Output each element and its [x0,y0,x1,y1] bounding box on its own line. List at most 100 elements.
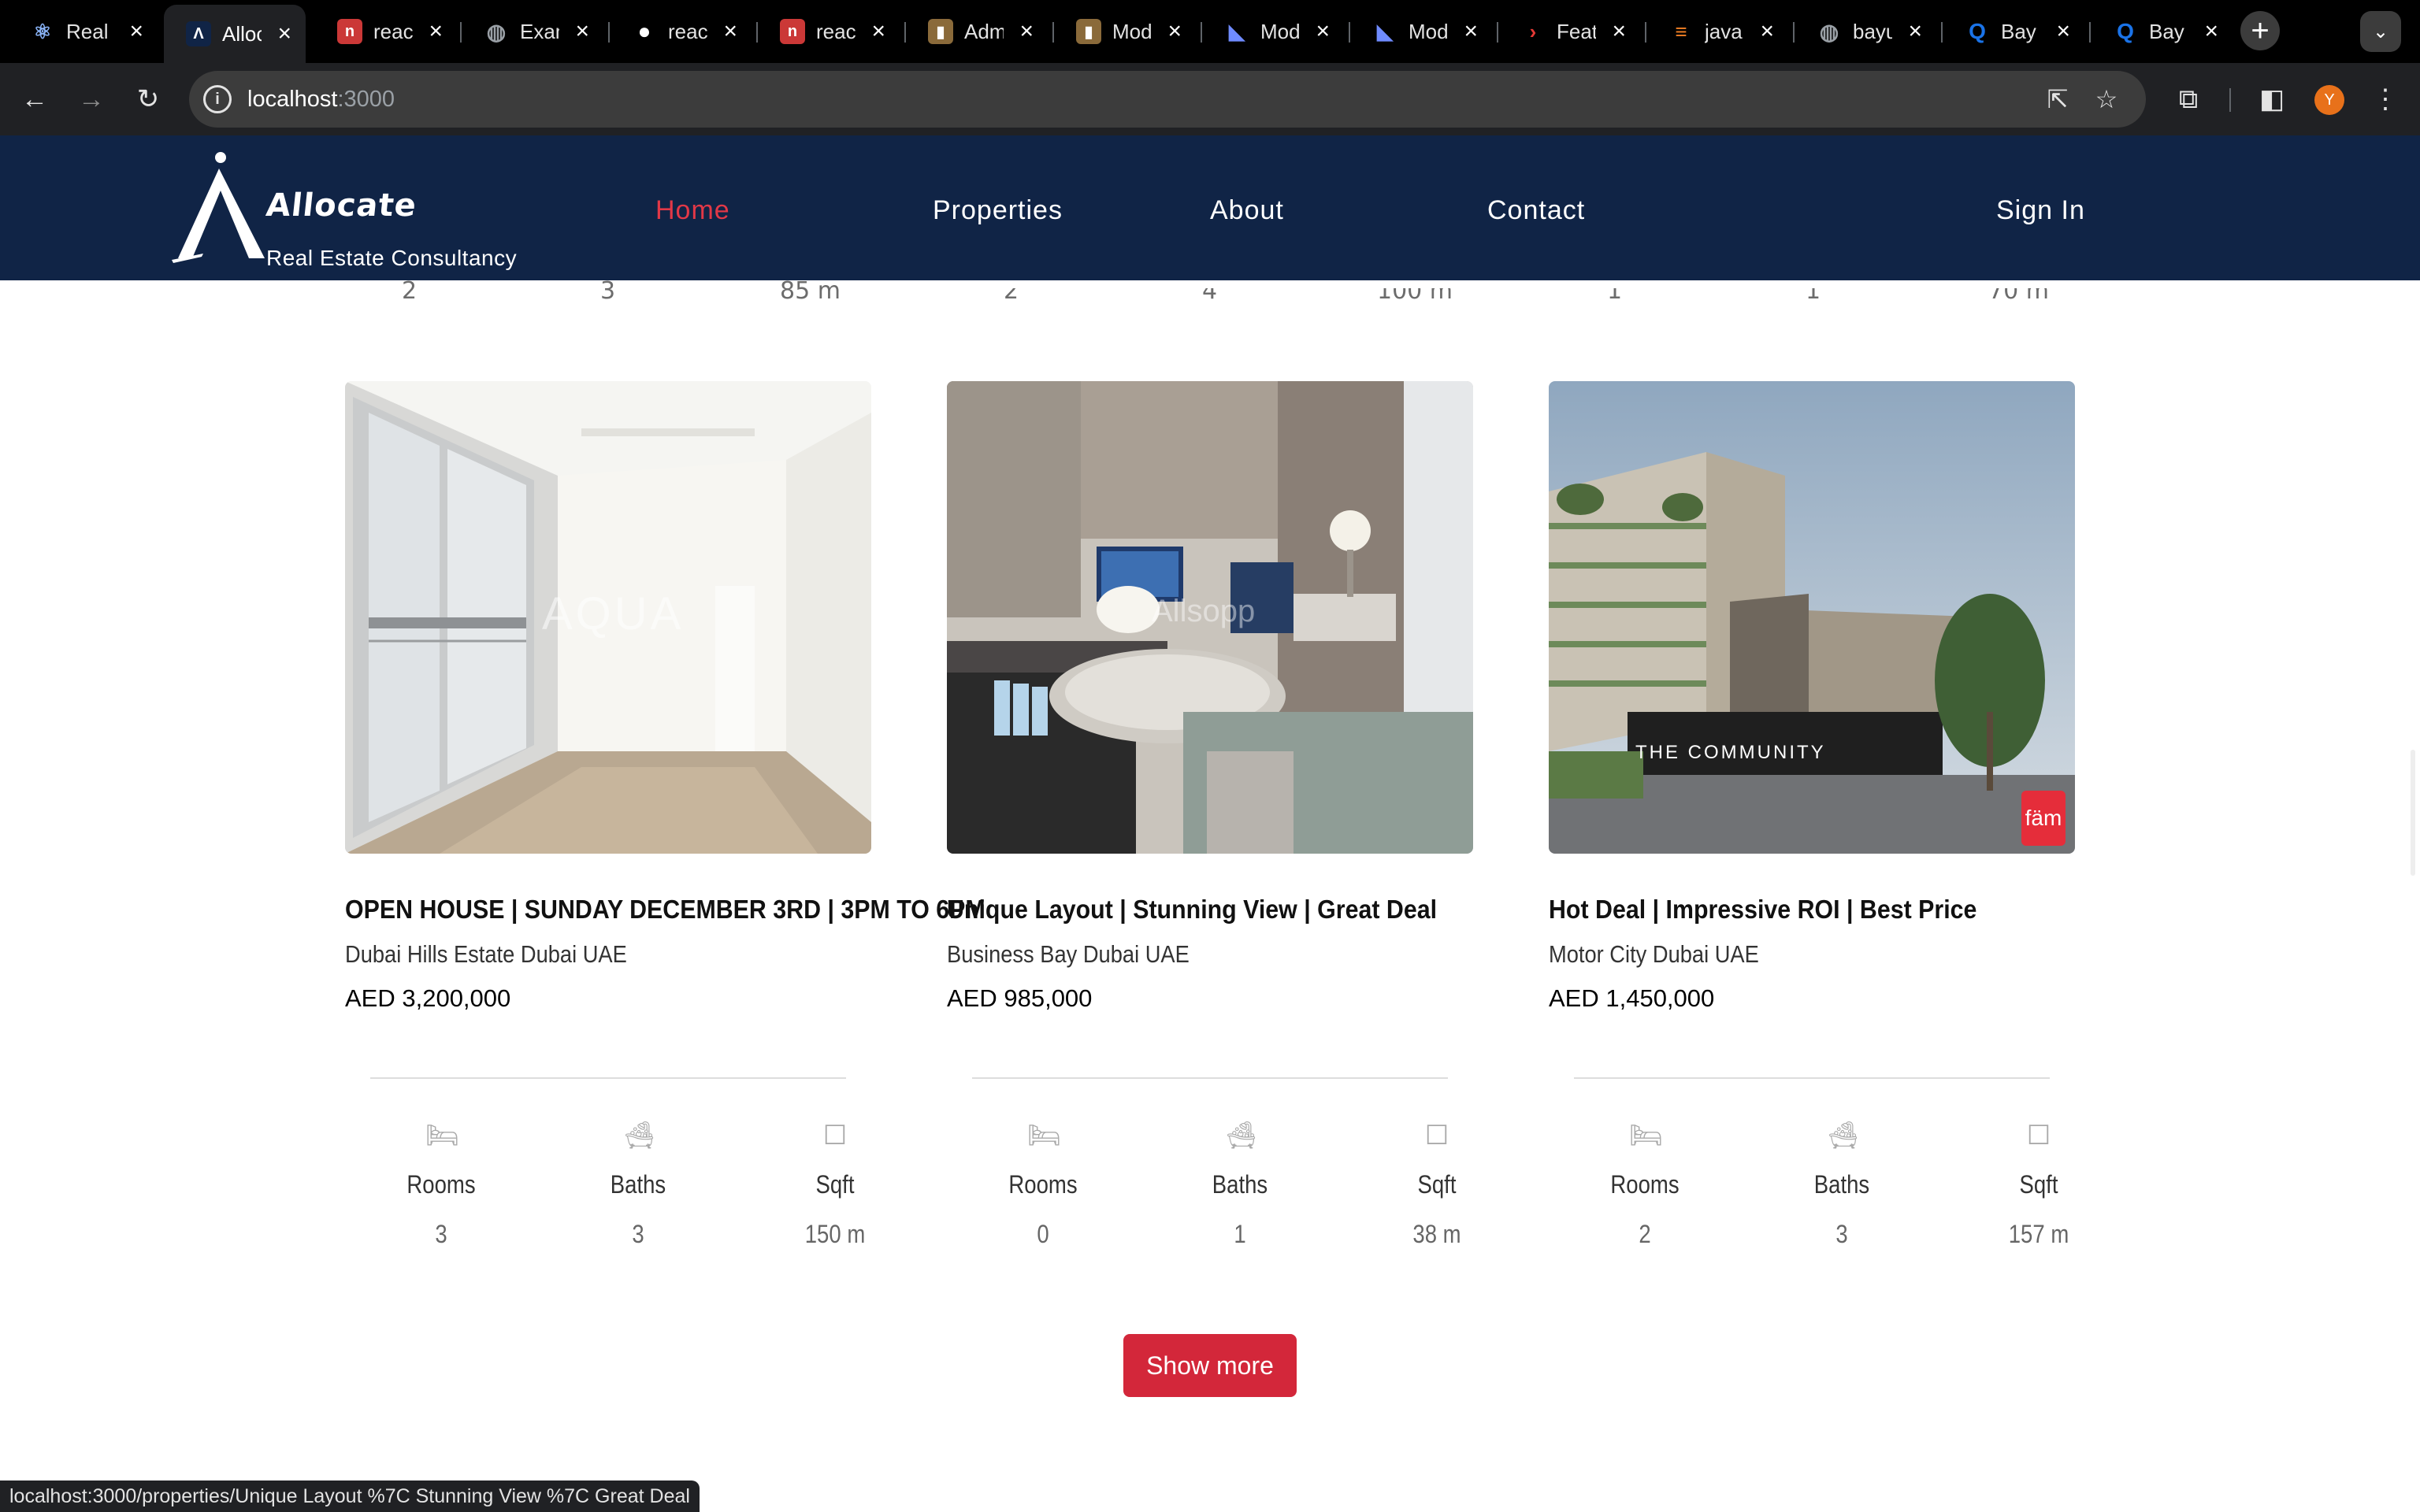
baths-stat: 🛁︎ Baths 3 [610,1121,666,1248]
search-q-icon: Q [1969,19,1986,43]
site-navbar: Allocate Real Estate Consultancy Home Pr… [0,135,2420,280]
reload-icon[interactable]: ↻ [131,82,165,117]
property-location: Business Bay Dubai UAE [947,940,1190,968]
baths-stat: 🛁︎ Baths 3 [1813,1121,1870,1248]
arrow-icon: › [1529,19,1537,43]
close-tab-icon[interactable]: × [1908,18,1922,45]
close-tab-icon[interactable]: × [1019,18,1034,45]
brand-name: Allocate [264,187,419,224]
bath-icon: 🛁︎ [1826,1121,1861,1151]
browser-tab[interactable]: ◍ Exam × [462,9,603,54]
npm-icon: n [780,19,805,44]
site-logo[interactable]: Allocate Real Estate Consultancy [172,150,534,276]
browser-tab[interactable]: ▮ Mod × [1054,9,1196,54]
nav-contact-link[interactable]: Contact [1487,195,1585,226]
back-arrow-icon[interactable]: ← [17,82,52,117]
property-price: AED 1,450,000 [1549,984,1715,1012]
photo-watermark: THE COMMUNITY [1635,742,1826,763]
close-tab-icon[interactable]: × [429,18,443,45]
profile-avatar[interactable]: Y [2314,85,2344,115]
bookmark-star-icon[interactable]: ☆ [2091,83,2122,115]
scrollbar[interactable] [2411,750,2415,876]
bed-icon: 🛏︎ [425,1121,460,1151]
kebab-menu-icon[interactable]: ⋮ [2368,82,2403,117]
browser-tab[interactable]: ◣ Mod × [1202,9,1344,54]
sqft-stat: ☐ Sqft 38 m [1412,1121,1461,1248]
close-tab-icon[interactable]: × [2056,18,2070,45]
baths-stat: 🛁︎ Baths 1 [1212,1121,1268,1248]
property-title[interactable]: Unique Layout | Stunning View | Great De… [947,895,1437,925]
close-tab-icon[interactable]: × [1464,18,1478,45]
show-more-button[interactable]: Show more [1123,1334,1297,1397]
property-title[interactable]: OPEN HOUSE | SUNDAY DECEMBER 3RD | 3PM T… [345,895,985,925]
close-tab-icon[interactable]: × [1316,18,1330,45]
rooms-stat: 🛏︎ Rooms 2 [1610,1121,1680,1248]
browser-tab[interactable]: ◍ bayu × [1795,9,1936,54]
stackoverflow-icon: ≡ [1675,19,1687,43]
browser-tab[interactable]: n react × [758,9,900,54]
browser-tab[interactable]: ● react × [610,9,752,54]
property-card[interactable]: THE COMMUNITY fäm Hot Deal | Impressive … [1549,381,2075,1248]
close-tab-icon[interactable]: × [2204,18,2218,45]
mui-icon: ◣ [1229,19,1245,43]
sign-in-link[interactable]: Sign In [1996,195,2085,226]
sqft-stat: ☐ Sqft 157 m [2008,1121,2069,1248]
close-tab-icon[interactable]: × [129,18,143,45]
square-icon: ☐ [822,1121,848,1151]
property-card[interactable]: Allsopp Unique Layout | Stunning View | … [947,381,1473,1248]
globe-icon: ◍ [486,19,507,44]
prev-stat-value: 2 [402,277,418,305]
property-photo[interactable]: Allsopp [947,381,1473,854]
bed-icon: 🛏︎ [1629,1121,1664,1151]
photo-watermark: Allsopp [1152,594,1256,628]
bath-icon: 🛁︎ [1224,1121,1259,1151]
forward-arrow-icon[interactable]: → [74,82,109,117]
tab-search-chevron-icon[interactable]: ⌄ [2360,11,2401,52]
close-tab-icon[interactable]: × [723,18,737,45]
browser-tab[interactable]: n react × [315,9,457,54]
nav-properties-link[interactable]: Properties [933,195,1063,226]
browser-tab-active[interactable]: Λ Allocate × [164,5,306,63]
address-bar[interactable]: i localhost:3000 ⇱ ☆ [189,71,2146,128]
card-divider [1574,1077,2050,1079]
bed-icon: 🛏︎ [1027,1121,1062,1151]
github-icon: ● [637,19,651,43]
prev-stat-value: 3 [600,277,616,305]
allocate-logo-icon [172,152,265,263]
browser-tab[interactable]: ▮ Admin × [906,9,1048,54]
prev-stat-value: 85 m [780,277,841,305]
close-tab-icon[interactable]: × [1612,18,1626,45]
side-panel-icon[interactable]: ◧ [2255,82,2289,117]
rooms-stat: 🛏︎ Rooms 3 [406,1121,476,1248]
bookmark-icon: ▮ [928,19,953,44]
react-icon: ⚛ [33,19,52,43]
browser-tab[interactable]: ≡ java × [1646,9,1788,54]
property-photo[interactable]: AQUA [345,381,871,854]
mui-icon: ◣ [1377,19,1393,43]
close-tab-icon[interactable]: × [1167,18,1182,45]
building-render-image [1549,381,2075,854]
npm-icon: n [337,19,362,44]
browser-tab[interactable]: › Feat × [1498,9,1640,54]
browser-tab[interactable]: Q Bay × [1943,9,2084,54]
property-price: AED 3,200,000 [345,984,511,1012]
extensions-puzzle-icon[interactable]: ⧉ [2171,82,2206,117]
close-tab-icon[interactable]: × [277,20,291,47]
browser-tab[interactable]: ⚛ Real × [8,9,158,54]
property-title[interactable]: Hot Deal | Impressive ROI | Best Price [1549,895,1976,925]
url-text[interactable]: localhost:3000 [247,87,395,113]
browser-tab[interactable]: Q Bay × [2091,9,2233,54]
property-photo[interactable]: THE COMMUNITY fäm [1549,381,2075,854]
property-location: Motor City Dubai UAE [1549,940,1759,968]
close-tab-icon[interactable]: × [871,18,885,45]
browser-tab[interactable]: ◣ Mod × [1350,9,1492,54]
property-card[interactable]: AQUA OPEN HOUSE | SUNDAY DECEMBER 3RD | … [345,381,985,1248]
nav-about-link[interactable]: About [1210,195,1284,226]
globe-icon: ◍ [1819,19,1839,44]
close-tab-icon[interactable]: × [1760,18,1774,45]
new-tab-button[interactable]: + [2240,11,2280,50]
open-in-app-icon[interactable]: ⇱ [2042,83,2073,115]
site-info-icon[interactable]: i [203,85,232,113]
close-tab-icon[interactable]: × [575,18,589,45]
nav-home-link[interactable]: Home [655,195,730,226]
